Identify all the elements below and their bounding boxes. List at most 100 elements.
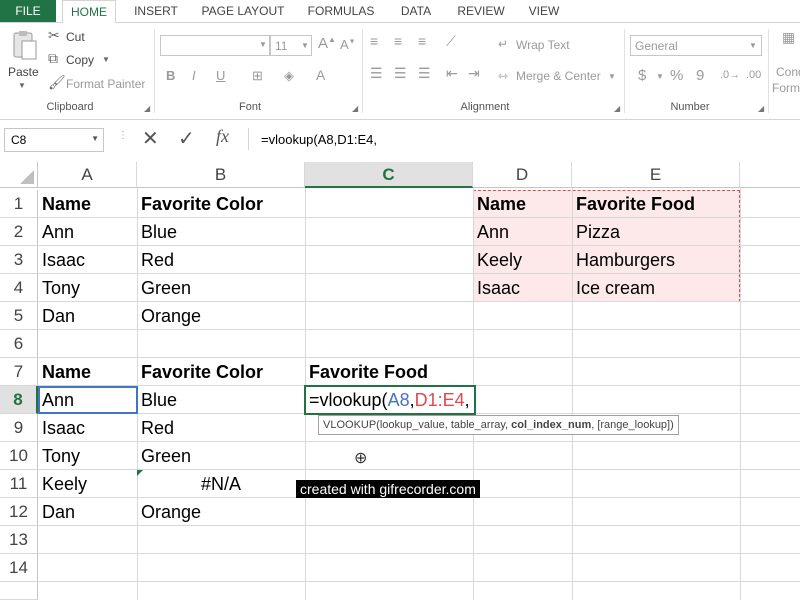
tooltip-arg-table-array[interactable]: table_array,: [451, 419, 511, 431]
cell-b9[interactable]: Red: [137, 414, 174, 442]
row-header-8[interactable]: 8: [0, 386, 38, 414]
clipboard-launcher-icon[interactable]: ◢: [144, 104, 150, 113]
indent-increase-icon[interactable]: ⇥: [468, 65, 480, 82]
tab-page-layout[interactable]: PAGE LAYOUT: [196, 0, 290, 22]
function-tooltip[interactable]: VLOOKUP(lookup_value, table_array, col_i…: [318, 415, 679, 435]
cell-b8[interactable]: Blue: [137, 386, 177, 414]
cell-e4[interactable]: Ice cream: [572, 274, 655, 302]
cell-e2[interactable]: Pizza: [572, 218, 620, 246]
cell-a3[interactable]: Isaac: [38, 246, 85, 274]
comma-button[interactable]: 9: [696, 67, 704, 84]
row-header-11[interactable]: 11: [0, 470, 38, 498]
cell-a10[interactable]: Tony: [38, 442, 80, 470]
column-header-e[interactable]: E: [572, 162, 740, 188]
borders-icon[interactable]: ⊞: [252, 68, 263, 84]
conditional-formatting-label-2[interactable]: Form: [772, 81, 800, 95]
row-header-6[interactable]: 6: [0, 330, 38, 358]
align-center-icon[interactable]: ☰: [394, 65, 407, 82]
merge-dropdown-icon[interactable]: ▼: [608, 72, 616, 81]
active-cell-c8[interactable]: =vlookup(A8,D1:E4,: [304, 385, 476, 415]
row-header-10[interactable]: 10: [0, 442, 38, 470]
cell-b5[interactable]: Orange: [137, 302, 201, 330]
fill-color-icon[interactable]: ◈: [284, 68, 294, 84]
row-header-12[interactable]: 12: [0, 498, 38, 526]
format-painter-icon[interactable]: 🖌: [48, 74, 66, 91]
tab-file[interactable]: FILE: [0, 0, 56, 22]
cell-b2[interactable]: Blue: [137, 218, 177, 246]
cell-b7[interactable]: Favorite Color: [137, 358, 263, 386]
tooltip-arg-lookup-value[interactable]: lookup_value,: [380, 419, 451, 431]
alignment-launcher-icon[interactable]: ◢: [614, 104, 620, 113]
cell-d1[interactable]: Name: [473, 190, 526, 218]
tooltip-arg-range-lookup[interactable]: , [range_lookup]): [591, 419, 674, 431]
column-header-a[interactable]: A: [38, 162, 137, 188]
cell-b4[interactable]: Green: [137, 274, 191, 302]
cell-b3[interactable]: Red: [137, 246, 174, 274]
cell-e1[interactable]: Favorite Food: [572, 190, 695, 218]
cell-b11[interactable]: #N/A: [137, 470, 305, 498]
copy-icon[interactable]: ⧉: [48, 50, 58, 67]
font-size-dropdown-icon[interactable]: ▼: [301, 41, 309, 50]
currency-dropdown-icon[interactable]: ▼: [656, 72, 664, 81]
row-header-9[interactable]: 9: [0, 414, 38, 442]
row-header-14[interactable]: 14: [0, 554, 38, 582]
insert-function-icon[interactable]: fx: [216, 126, 229, 147]
tab-formulas[interactable]: FORMULAS: [304, 0, 378, 22]
cell-a5[interactable]: Dan: [38, 302, 75, 330]
formula-input[interactable]: =vlookup(A8,D1:E4,: [248, 128, 800, 150]
bottom-align-icon[interactable]: ≡: [418, 33, 426, 49]
select-all-corner[interactable]: [0, 162, 38, 188]
tab-data[interactable]: DATA: [392, 0, 440, 22]
cell-c7[interactable]: Favorite Food: [305, 358, 428, 386]
row-header-15[interactable]: [0, 582, 38, 600]
tab-home[interactable]: HOME: [62, 0, 116, 24]
row-header-4[interactable]: 4: [0, 274, 38, 302]
cell-a11[interactable]: Keely: [38, 470, 87, 498]
name-box-dropdown-icon[interactable]: ▼: [91, 134, 99, 143]
tooltip-arg-col-index-num[interactable]: col_index_num: [511, 419, 591, 431]
align-right-icon[interactable]: ☰: [418, 65, 431, 82]
copy-dropdown-icon[interactable]: ▼: [102, 55, 110, 64]
cell-b12[interactable]: Orange: [137, 498, 201, 526]
decrease-decimal-icon[interactable]: .00: [746, 69, 761, 81]
merge-center-button[interactable]: Merge & Center: [516, 69, 601, 83]
number-format-dropdown-icon[interactable]: ▼: [749, 41, 757, 50]
bold-button[interactable]: B: [166, 68, 175, 83]
cell-a2[interactable]: Ann: [38, 218, 74, 246]
cell-b10[interactable]: Green: [137, 442, 191, 470]
orientation-icon[interactable]: ⟋: [446, 33, 456, 50]
cell-d2[interactable]: Ann: [473, 218, 509, 246]
indent-decrease-icon[interactable]: ⇤: [446, 65, 458, 82]
font-size-field[interactable]: 11 ▼: [270, 35, 312, 56]
row-header-13[interactable]: 13: [0, 526, 38, 554]
middle-align-icon[interactable]: ≡: [394, 33, 402, 49]
row-header-3[interactable]: 3: [0, 246, 38, 274]
font-name-field[interactable]: [160, 35, 270, 56]
wrap-text-button[interactable]: Wrap Text: [516, 38, 570, 52]
cell-d3[interactable]: Keely: [473, 246, 522, 274]
row-header-7[interactable]: 7: [0, 358, 38, 386]
cell-b1[interactable]: Favorite Color: [137, 190, 263, 218]
name-box[interactable]: C8 ▼: [4, 128, 104, 152]
paste-dropdown-icon[interactable]: ▼: [18, 81, 26, 90]
column-header-f[interactable]: [740, 162, 800, 188]
cell-e3[interactable]: Hamburgers: [572, 246, 675, 274]
conditional-formatting-label-1[interactable]: Cond: [776, 65, 800, 79]
enter-icon[interactable]: ✓: [178, 126, 195, 151]
font-launcher-icon[interactable]: ◢: [352, 104, 358, 113]
cell-a8[interactable]: Ann: [38, 386, 138, 414]
cell-d4[interactable]: Isaac: [473, 274, 520, 302]
currency-button[interactable]: $: [638, 67, 646, 84]
font-name-dropdown-icon[interactable]: ▼: [259, 40, 267, 49]
increase-font-icon[interactable]: A▲: [318, 35, 336, 52]
tab-insert[interactable]: INSERT: [130, 0, 182, 22]
column-header-d[interactable]: D: [473, 162, 572, 188]
cell-a9[interactable]: Isaac: [38, 414, 85, 442]
cell-a1[interactable]: Name: [38, 190, 91, 218]
underline-button[interactable]: U: [216, 68, 225, 83]
cut-icon[interactable]: ✂: [48, 27, 60, 44]
column-header-c[interactable]: C: [305, 162, 473, 188]
number-format-field[interactable]: General ▼: [630, 35, 762, 56]
conditional-formatting-icon[interactable]: ▦: [782, 29, 795, 46]
align-left-icon[interactable]: ☰: [370, 65, 383, 82]
